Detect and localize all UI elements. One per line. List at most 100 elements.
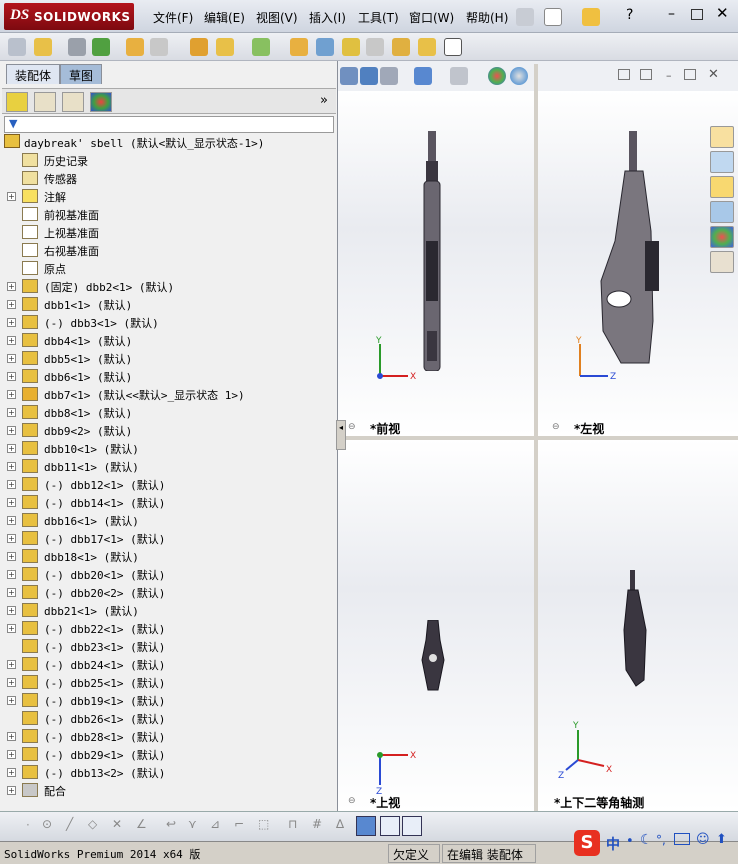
expand-toggle-icon[interactable]: + [7,606,16,615]
expand-toggle-icon[interactable]: + [7,570,16,579]
point-icon[interactable]: · [26,818,30,832]
expand-toggle-icon[interactable]: + [7,444,16,453]
menu-tools[interactable]: 工具(T) [358,9,399,26]
expand-toggle-icon[interactable]: + [7,282,16,291]
tree-item[interactable]: + (-) dbb17<1> (默认) [0,529,336,547]
viewport-isometric[interactable]: Y X Z *上下二等角轴测 [538,440,738,811]
rectangle-icon[interactable]: ⬚ [258,817,269,831]
menu-window[interactable]: 窗口(W) [409,9,454,26]
tree-item[interactable]: + dbb7<1> (默认<<默认>_显示状态 1>) [0,385,336,403]
ime-settings-icon[interactable]: ⬆ [716,832,727,847]
tree-item[interactable]: 传感器 [0,169,336,187]
corner-icon[interactable]: ⌐ [234,817,244,831]
tree-item[interactable]: + dbb4<1> (默认) [0,331,336,349]
tree-item[interactable]: 历史记录 [0,151,336,169]
appearance-icon[interactable] [488,67,506,85]
tree-filter-input[interactable]: ▼ [4,116,334,133]
extend-icon[interactable]: ∠ [136,817,147,831]
ime-logo-icon[interactable]: S [574,830,600,856]
expand-toggle-icon[interactable]: + [7,516,16,525]
ime-keyboard-icon[interactable] [674,833,690,845]
expand-toggle-icon[interactable]: + [7,462,16,471]
expand-toggle-icon[interactable]: + [7,768,16,777]
tree-item[interactable]: + dbb9<2> (默认) [0,421,336,439]
view-orientation-icon[interactable] [414,67,432,85]
tree-item[interactable]: + 注解 [0,187,336,205]
file-explorer-icon[interactable] [710,176,734,198]
tree-item[interactable]: + (-) dbb29<1> (默认) [0,745,336,763]
expand-toggle-icon[interactable]: + [7,696,16,705]
expand-panel-icon[interactable]: » [320,93,328,108]
ime-punct-icon[interactable]: • [626,834,634,849]
paperclip-icon[interactable] [68,38,86,56]
tree-item[interactable]: + (-) dbb20<2> (默认) [0,583,336,601]
expand-toggle-icon[interactable]: + [7,480,16,489]
menu-insert[interactable]: 插入(I) [309,9,346,26]
circle-icon[interactable]: ⊙ [42,817,52,831]
smart-fasteners-icon[interactable] [126,38,144,56]
reference-geometry-icon[interactable] [252,38,270,56]
tree-item[interactable]: + dbb8<1> (默认) [0,403,336,421]
expand-toggle-icon[interactable]: + [7,390,16,399]
viewport-horizontal-splitter[interactable] [338,436,738,440]
ime-user-icon[interactable]: ☺ [696,832,710,847]
pin-icon[interactable] [516,8,534,26]
tree-item[interactable]: 原点 [0,259,336,277]
new-document-icon[interactable] [544,8,562,26]
expand-toggle-icon[interactable]: + [7,552,16,561]
dimension-icon[interactable]: ⊓ [288,817,297,831]
expand-toggle-icon[interactable]: + [7,732,16,741]
angle-icon[interactable]: ∆ [336,817,344,831]
viewport-close-icon[interactable]: ✕ [708,67,719,82]
tree-item[interactable]: + (-) dbb25<1> (默认) [0,673,336,691]
tree-item[interactable]: + dbb10<1> (默认) [0,439,336,457]
ime-dots-icon[interactable]: °, [656,833,666,847]
viewport-minimize-icon[interactable]: – [666,69,672,82]
expand-toggle-icon[interactable]: + [7,588,16,597]
tree-item[interactable]: 右视基准面 [0,241,336,259]
tree-item[interactable]: + (-) dbb28<1> (默认) [0,727,336,745]
tree-item[interactable]: + 配合 [0,781,336,799]
window-layout-icon[interactable] [380,816,400,836]
tree-item[interactable]: + (-) dbb13<2> (默认) [0,763,336,781]
property-manager-icon[interactable] [34,92,56,112]
expand-toggle-icon[interactable]: + [7,498,16,507]
tree-item[interactable]: 上视基准面 [0,223,336,241]
tree-item[interactable]: + (-) dbb14<1> (默认) [0,493,336,511]
four-view-layout-icon[interactable] [402,816,422,836]
viewport-top[interactable]: X Z ⊖ *上视 [338,440,534,811]
tree-item[interactable]: + (-) dbb22<1> (默认) [0,619,336,637]
feature-manager-icon[interactable] [6,92,28,112]
tree-item[interactable]: + (-) dbb12<1> (默认) [0,475,336,493]
ime-moon-icon[interactable]: ☾ [640,832,653,848]
explode-line-sketch-icon[interactable] [366,38,384,56]
expand-toggle-icon[interactable]: + [7,408,16,417]
viewport-front[interactable]: Y X ⊖ *前视 [338,91,534,436]
appearances-icon[interactable] [710,226,734,248]
solidworks-logo[interactable]: DS SOLIDWORKS [4,3,134,30]
new-motion-study-icon[interactable] [290,38,308,56]
maximize-icon[interactable] [691,9,703,20]
assembly-features-icon[interactable] [216,38,234,56]
tree-item[interactable]: + (-) dbb3<1> (默认) [0,313,336,331]
tree-item[interactable]: + dbb16<1> (默认) [0,511,336,529]
help-question-icon[interactable]: ? [626,7,633,23]
previous-view-icon[interactable] [380,67,398,85]
single-view-icon[interactable] [640,69,652,80]
bill-of-materials-icon[interactable] [316,38,334,56]
tree-item[interactable]: + dbb5<1> (默认) [0,349,336,367]
tree-item[interactable]: + dbb1<1> (默认) [0,295,336,313]
linear-pattern-icon[interactable] [92,38,110,56]
collapse-panel-handle[interactable]: ◂ [336,420,346,450]
interference-detection-icon[interactable] [392,38,410,56]
home-icon[interactable] [710,126,734,148]
menu-edit[interactable]: 编辑(E) [204,9,245,26]
fillet-icon[interactable]: ⊿ [210,817,220,831]
menu-file[interactable]: 文件(F) [153,9,193,26]
mirror-icon[interactable]: ⋎ [188,817,197,831]
trim-icon[interactable]: ✕ [112,817,122,831]
tree-item[interactable]: + dbb18<1> (默认) [0,547,336,565]
custom-properties-icon[interactable] [710,251,734,273]
mate-icon[interactable] [34,38,52,56]
exploded-view-icon[interactable] [342,38,360,56]
